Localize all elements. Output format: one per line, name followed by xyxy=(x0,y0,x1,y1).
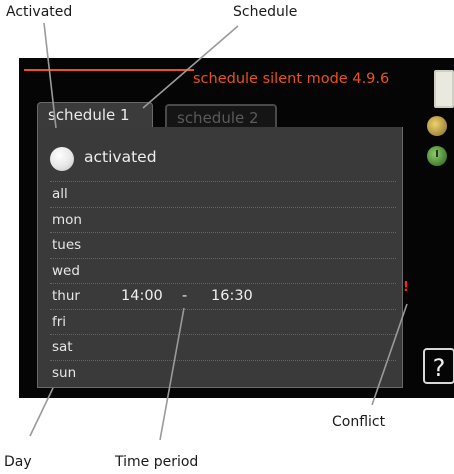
leader-line-time-period xyxy=(159,307,185,441)
leader-line-day xyxy=(29,387,54,437)
leader-line-conflict xyxy=(371,303,408,406)
leader-line-schedule xyxy=(142,25,239,109)
leader-line-activated xyxy=(43,22,57,129)
callout-lines xyxy=(29,22,408,441)
